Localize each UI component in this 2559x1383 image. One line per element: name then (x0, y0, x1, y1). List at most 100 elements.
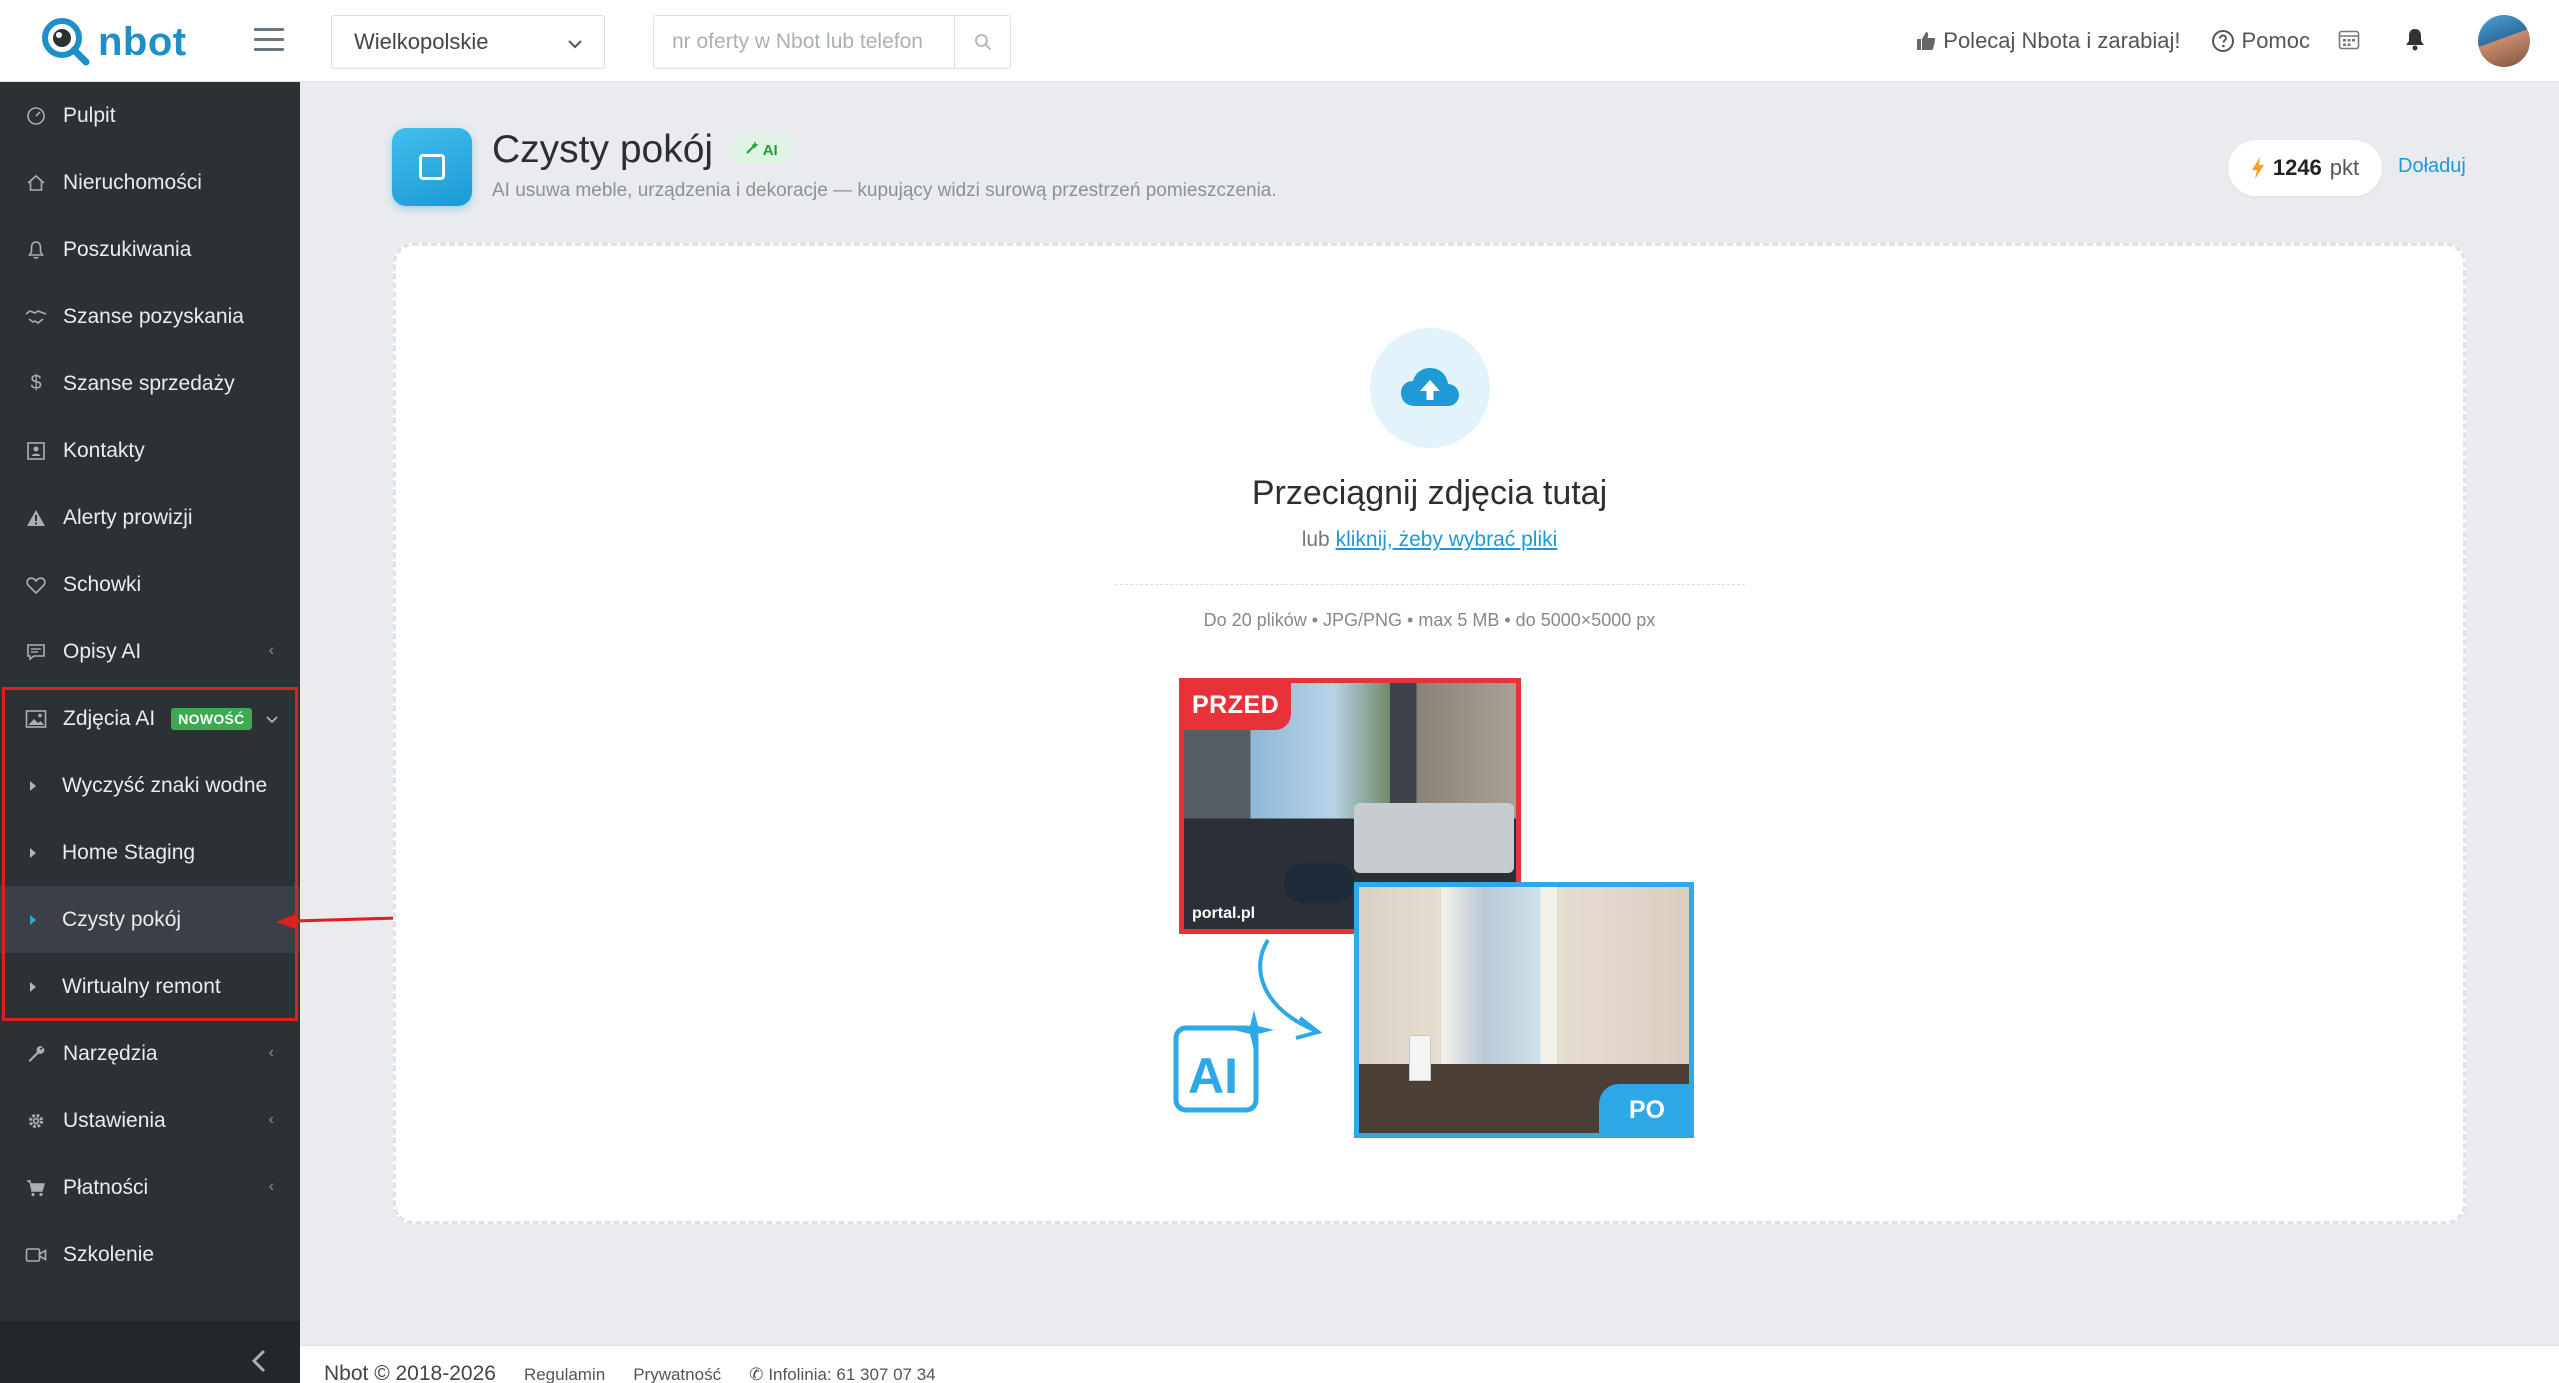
gear-icon (25, 1110, 47, 1132)
sidebar-item-schowki[interactable]: Schowki (0, 551, 300, 618)
sidebar-subitem-wirtualny-remont[interactable]: Wirtualny remont (0, 953, 300, 1020)
points-unit: pkt (2329, 155, 2360, 180)
before-label: PRZED (1184, 683, 1292, 730)
sidebar: Pulpit Nieruchomości Poszukiwania Szanse… (0, 82, 300, 1383)
sidebar-subitem-czysty-pokoj[interactable]: Czysty pokój (0, 886, 300, 953)
sidebar-item-zdjecia-ai[interactable]: Zdjęcia AI NOWOŚĆ (0, 685, 300, 752)
gauge-icon (25, 105, 47, 127)
cart-icon (25, 1177, 47, 1199)
handshake-icon (25, 306, 47, 328)
top-header: nbot Wielkopolskie nr oferty w Nbot lub … (0, 0, 2559, 82)
sidebar-item-label: Pulpit (63, 103, 116, 127)
dropzone-subtitle: lub kliknij, żeby wybrać pliki (0, 528, 2559, 552)
contact-card-icon (25, 440, 47, 462)
sidebar-item-label: Czysty pokój (62, 907, 182, 931)
search-input[interactable]: nr oferty w Nbot lub telefon (653, 15, 954, 69)
ai-badge: AI (733, 137, 790, 163)
divider (1115, 584, 1745, 585)
logo-text: nbot (98, 19, 187, 64)
sidebar-item-szanse-pozyskania[interactable]: Szanse pozyskania (0, 283, 300, 350)
sidebar-item-poszukiwania[interactable]: Poszukiwania (0, 216, 300, 283)
sidebar-item-label: Opisy AI (63, 639, 142, 663)
sidebar-item-label: Home Staging (62, 840, 196, 864)
logo[interactable]: nbot (40, 16, 187, 68)
heart-icon (25, 574, 47, 596)
sidebar-subitem-home-staging[interactable]: Home Staging (0, 819, 300, 886)
footer-copyright: Nbot © 2018-2026 (324, 1362, 496, 1383)
sidebar-item-label: Kontakty (63, 438, 145, 462)
chevron-left-icon: ‹ (268, 1111, 274, 1128)
upload-limits: Do 20 plików • JPG/PNG • max 5 MB • do 5… (1203, 610, 1656, 630)
sidebar-item-szanse-sprzedazy[interactable]: $ Szanse sprzedaży (0, 350, 300, 417)
wrench-icon (25, 1043, 47, 1065)
page-title-text: Czysty pokój (492, 128, 714, 171)
page-subtitle: AI usuwa meble, urządzenia i dekoracje —… (492, 180, 1277, 201)
sidebar-item-label: Schowki (63, 572, 142, 596)
points-balance: 1246 pkt (2228, 140, 2382, 196)
points-value: 1246 (2272, 155, 2322, 180)
caret-right-icon (30, 914, 36, 925)
help-link[interactable]: Pomoc (2211, 28, 2310, 54)
ai-text: AI (1188, 1048, 1238, 1104)
sidebar-item-label: Poszukiwania (63, 237, 192, 261)
sidebar-item-narzedzia[interactable]: Narzędzia ‹ (0, 1020, 300, 1087)
calendar-icon[interactable] (2338, 28, 2360, 55)
thumbs-up-icon (1917, 32, 1936, 50)
home-icon (25, 172, 47, 194)
image-icon (25, 708, 47, 730)
refer-label: Polecaj Nbota i zarabiaj! (1943, 28, 2181, 53)
sidebar-item-platnosci[interactable]: Płatności ‹ (0, 1154, 300, 1221)
page-title: Czysty pokój AI (492, 128, 790, 172)
bell-icon (25, 239, 47, 261)
search-icon (974, 34, 991, 51)
region-select-value: Wielkopolskie (354, 29, 489, 54)
sidebar-item-label: Płatności (63, 1175, 149, 1199)
phone-icon: ✆ (749, 1365, 764, 1383)
dropzone-sub-prefix: lub (1301, 528, 1330, 551)
after-photo: PO (1354, 882, 1694, 1138)
footer-terms-link[interactable]: Regulamin (524, 1365, 605, 1383)
page-icon (392, 128, 472, 206)
ai-badge-label: AI (762, 142, 778, 159)
topup-link[interactable]: Doładuj (2398, 155, 2466, 178)
magic-wand-icon (746, 141, 760, 154)
search-button[interactable] (954, 15, 1011, 69)
sidebar-item-label: Szanse pozyskania (63, 304, 244, 328)
help-icon (2211, 30, 2234, 52)
sidebar-subitem-wyczysc-znaki-wodne[interactable]: Wyczyść znaki wodne (0, 752, 300, 819)
footer-privacy-link[interactable]: Prywatność (633, 1365, 721, 1383)
chevron-down-icon (568, 29, 582, 55)
sidebar-item-label: Ustawienia (63, 1108, 166, 1132)
help-label: Pomoc (2241, 28, 2310, 53)
collapse-sidebar-icon[interactable] (250, 1349, 268, 1380)
watermark-text: portal.pl (1192, 905, 1256, 922)
notifications-bell-icon[interactable] (2404, 27, 2426, 56)
sidebar-item-szkolenie[interactable]: Szkolenie (0, 1221, 300, 1288)
search-box: nr oferty w Nbot lub telefon (653, 15, 1011, 69)
menu-toggle-button[interactable] (254, 28, 284, 52)
sidebar-item-label: Zdjęcia AI (63, 706, 156, 730)
sidebar-item-label: Narzędzia (63, 1041, 158, 1065)
chat-icon (25, 641, 47, 663)
sidebar-item-pulpit[interactable]: Pulpit (0, 82, 300, 149)
video-icon (25, 1244, 47, 1266)
refer-link[interactable]: Polecaj Nbota i zarabiaj! (1916, 28, 2181, 54)
sidebar-item-label: Wirtualny remont (62, 974, 221, 998)
sidebar-item-label: Szkolenie (63, 1242, 155, 1266)
avatar[interactable] (2478, 15, 2530, 67)
footer-phone: ✆ Infolinia: 61 307 07 34 (749, 1365, 936, 1383)
sidebar-item-label: Wyczyść znaki wodne (62, 773, 268, 797)
upload-cloud-icon (1370, 328, 1490, 448)
choose-files-link[interactable]: kliknij, żeby wybrać pliki (1336, 528, 1558, 551)
logo-magnifier-icon (40, 16, 92, 68)
sidebar-item-label: Nieruchomości (63, 170, 202, 194)
region-select[interactable]: Wielkopolskie (331, 15, 605, 69)
lightning-icon (2251, 157, 2264, 179)
chevron-left-icon: ‹ (268, 1044, 274, 1061)
sidebar-item-label: Szanse sprzedaży (63, 371, 235, 395)
sidebar-item-nieruchomosci[interactable]: Nieruchomości (0, 149, 300, 216)
caret-right-icon (30, 981, 36, 992)
chevron-left-icon: ‹ (268, 1178, 274, 1195)
caret-right-icon (30, 847, 36, 858)
sidebar-item-ustawienia[interactable]: Ustawienia ‹ (0, 1087, 300, 1154)
